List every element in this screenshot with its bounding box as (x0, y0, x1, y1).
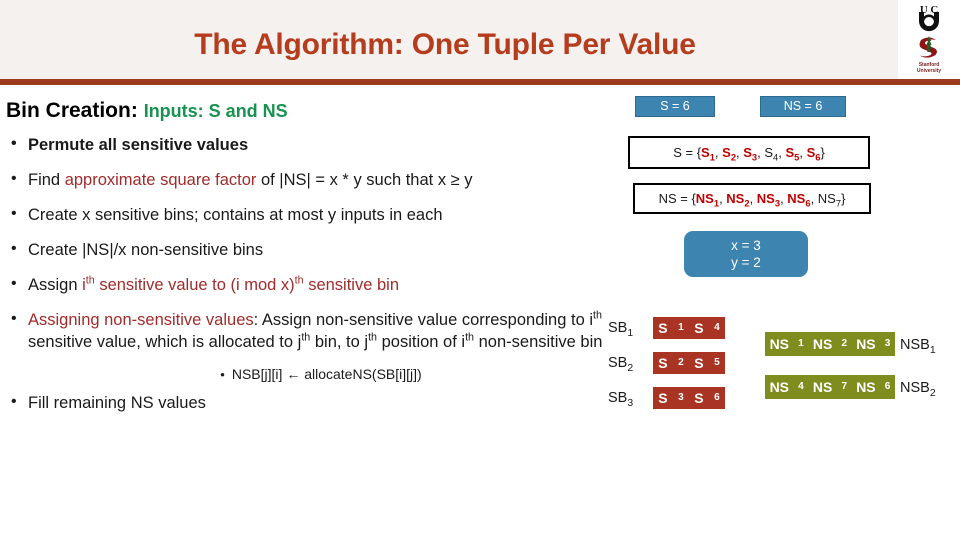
bullet-fill-remaining: Fill remaining NS values (6, 391, 606, 414)
bullet-assign-nonsensitive: Assigning non-sensitive values: Assign n… (6, 308, 606, 353)
sensitive-bin-label-2: SB2 (608, 355, 634, 374)
sensitive-bin-label-1: SB1 (608, 320, 634, 339)
bullet-square-factor: Find approximate square factor of |NS| =… (6, 168, 606, 191)
final-bullet-list: Fill remaining NS values (6, 391, 606, 414)
section-heading-black: Bin Creation: (6, 99, 138, 122)
set-s-box: S = {S1, S2, S3, S4, S5, S6} (628, 136, 870, 169)
left-content-column: Bin Creation: Inputs: S and NS Permute a… (6, 98, 606, 427)
uci-logo: U C (919, 4, 939, 32)
factor-y-value: y = 2 (731, 255, 761, 270)
stanford-logo (919, 36, 937, 58)
bullet-permute: Permute all sensitive values (6, 133, 606, 156)
slide-root: The Algorithm: One Tuple Per Value U C S… (0, 0, 960, 540)
nonsensitive-bin-label-1: NSB1 (900, 337, 936, 356)
algorithm-bullet-list: Permute all sensitive values Find approxi… (6, 133, 606, 353)
page-title: The Algorithm: One Tuple Per Value (194, 28, 696, 61)
badge-ns-count: NS = 6 (760, 96, 846, 117)
factors-box: x = 3 y = 2 (684, 231, 808, 277)
bullet-assign-sensitive: Assign ith sensitive value to (i mod x)t… (6, 273, 606, 296)
nonsensitive-bin-label-2: NSB2 (900, 380, 936, 399)
header-divider-rule (0, 79, 960, 85)
sensitive-bin-chip-3: S3S6 (653, 387, 725, 409)
logo-group: U C Stanford University (898, 0, 960, 79)
sensitive-bin-label-3: SB3 (608, 390, 634, 409)
sub-bullet-assignment-formula: NSB[j][i] ← allocateNS(SB[i][j]) (36, 366, 606, 382)
section-heading-green: Inputs: S and NS (143, 101, 288, 121)
set-ns-box: NS = {NS1, NS2, NS3, NS6, NS7} (633, 183, 871, 214)
factor-x-value: x = 3 (731, 238, 761, 253)
section-heading: Bin Creation: Inputs: S and NS (6, 98, 606, 124)
bullet-create-sensitive-bins: Create x sensitive bins; contains at mos… (6, 203, 606, 226)
stanford-caption: Stanford University (916, 62, 942, 74)
stanford-caption-line2: University (916, 67, 942, 74)
sensitive-bin-chip-2: S2S5 (653, 352, 725, 374)
sub-bullet-wrap: NSB[j][i] ← allocateNS(SB[i][j]) (6, 366, 606, 382)
nonsensitive-bin-chip-1: NS 1 NS 2 NS 3 (765, 332, 895, 356)
badge-s-count: S = 6 (635, 96, 715, 117)
sensitive-bin-chip-1: S1S4 (653, 317, 725, 339)
nonsensitive-bin-chip-2: NS 4 NS 7 NS 6 (765, 375, 895, 399)
bullet-create-nonsensitive-bins: Create |NS|/x non-sensitive bins (6, 238, 606, 261)
